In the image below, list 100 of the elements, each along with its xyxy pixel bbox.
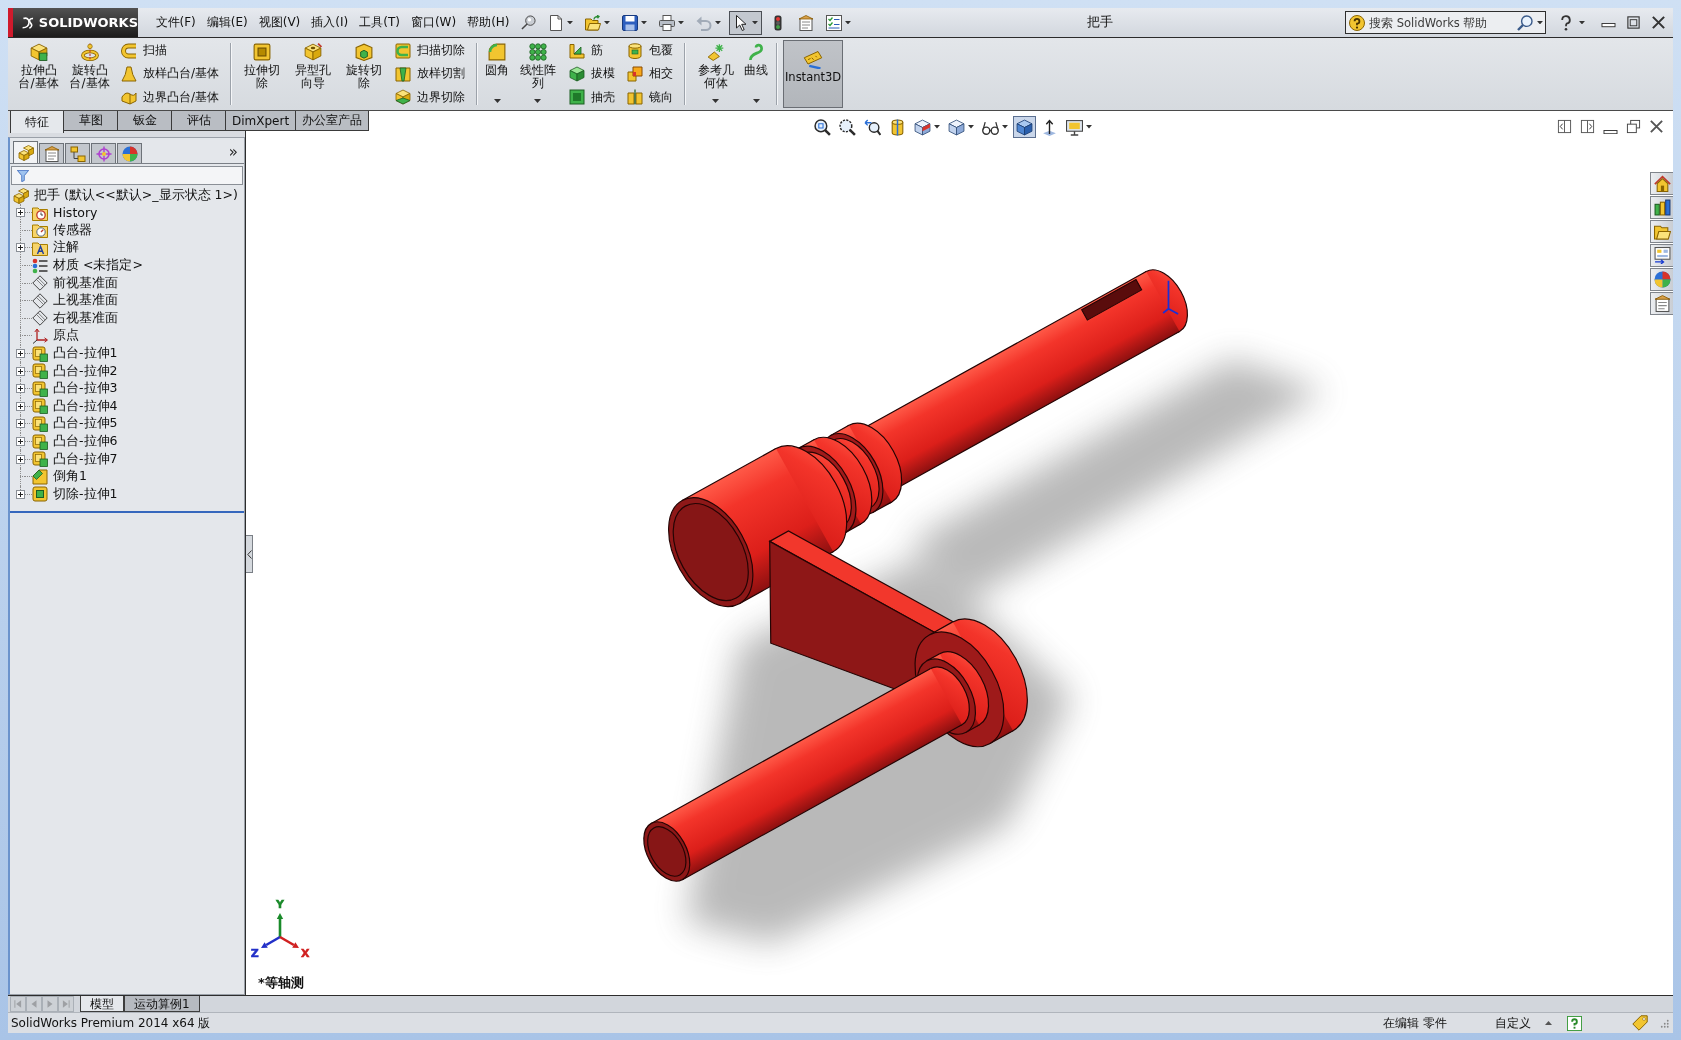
axis-triad-icon xyxy=(261,913,299,948)
close-button[interactable] xyxy=(1649,13,1667,32)
caret-up-icon[interactable] xyxy=(1545,1021,1552,1025)
command-button[interactable]: 拉伸切除 xyxy=(236,39,288,109)
tree-item[interactable]: 凸台-拉伸2 xyxy=(32,362,118,380)
command-button[interactable]: 曲线 xyxy=(741,39,772,109)
tree-item[interactable]: 凸台-拉伸1 xyxy=(32,345,118,363)
ribbon-tab[interactable]: 特征 xyxy=(10,111,64,133)
split-window-icon xyxy=(1557,119,1572,134)
expand-toggle[interactable] xyxy=(16,384,25,394)
select-button[interactable] xyxy=(729,10,763,35)
menu-item[interactable]: 工具(T) xyxy=(353,11,406,34)
filter-field[interactable] xyxy=(11,166,243,185)
panel-collapse-handle[interactable] xyxy=(246,535,253,573)
tree-item[interactable]: 凸台-拉伸4 xyxy=(32,397,118,415)
plane-icon xyxy=(32,275,48,292)
sparkle-plane-icon xyxy=(706,43,725,61)
panel-tab[interactable] xyxy=(39,143,64,163)
menu-item[interactable]: 文件(F) xyxy=(150,11,202,34)
display-style-button[interactable] xyxy=(945,116,977,138)
restore-icon xyxy=(1626,119,1641,134)
panel-tab[interactable] xyxy=(65,143,90,163)
tree-item[interactable]: 传感器 xyxy=(32,221,92,239)
menu-item[interactable]: 插入(I) xyxy=(305,11,354,34)
command-button[interactable]: 边界凸台/基体 xyxy=(117,86,224,108)
expand-panel-button[interactable]: » xyxy=(225,143,241,160)
panel-tab[interactable] xyxy=(13,141,38,163)
view-orientation-button[interactable] xyxy=(911,116,943,138)
tree-item[interactable]: 把手 (默认<<默认>_显示状态 1>) xyxy=(13,187,244,204)
tree-item[interactable]: History xyxy=(32,204,98,222)
command-button[interactable]: 扫描 xyxy=(117,40,224,62)
expand-toggle[interactable] xyxy=(16,349,25,359)
expand-toggle[interactable] xyxy=(16,366,25,376)
tree-item[interactable]: 注解 xyxy=(32,239,79,257)
expand-toggle[interactable] xyxy=(16,489,25,499)
rollback-bar[interactable] xyxy=(10,511,244,514)
expand-toggle[interactable] xyxy=(16,437,25,446)
tree-item[interactable]: 切除-拉伸1 xyxy=(32,485,118,503)
command-button[interactable]: 旋转凸台/基体 xyxy=(64,39,115,109)
command-button[interactable]: 线性阵列 xyxy=(512,39,564,109)
tree-item[interactable]: 凸台-拉伸6 xyxy=(32,433,118,450)
framed-block-icon xyxy=(32,345,48,362)
command-button[interactable]: 放样凸台/基体 xyxy=(117,63,224,85)
command-button[interactable]: 参考几何体 xyxy=(690,39,742,109)
appearances-tab[interactable] xyxy=(1650,268,1673,291)
expand-toggle[interactable] xyxy=(16,243,25,253)
view-palette-tab[interactable] xyxy=(1650,244,1673,267)
beveled-block-icon xyxy=(32,468,48,485)
command-button[interactable]: 拉伸凸台/基体 xyxy=(13,39,64,109)
command-button[interactable]: 相交 xyxy=(623,63,678,85)
command-button[interactable]: 放样切割 xyxy=(391,63,470,85)
tile-right-button[interactable] xyxy=(1580,119,1595,134)
expand-toggle[interactable] xyxy=(16,454,25,464)
first-arrow-icon xyxy=(13,999,23,1009)
ribbon-tab[interactable]: DimXpert xyxy=(226,111,297,131)
expand-toggle[interactable] xyxy=(16,401,25,411)
home-tab[interactable] xyxy=(1650,172,1673,195)
menu-item[interactable]: 窗口(W) xyxy=(405,11,462,34)
tree-item[interactable]: 凸台-拉伸7 xyxy=(32,450,118,468)
tree-item[interactable]: 倒角1 xyxy=(32,468,87,486)
tree-item[interactable]: 凸台-拉伸5 xyxy=(32,415,118,433)
menu-item[interactable]: 帮助(H) xyxy=(461,11,516,34)
command-button[interactable]: Instant3D xyxy=(783,40,844,108)
tree-item[interactable]: 右视基准面 xyxy=(32,309,118,327)
menu-item[interactable]: 编辑(E) xyxy=(201,11,254,34)
bottom-tab[interactable]: 模型 xyxy=(80,996,124,1012)
command-button[interactable]: 抽壳 xyxy=(565,86,620,108)
tree-item[interactable]: 凸台-拉伸3 xyxy=(32,380,118,398)
expand-toggle[interactable] xyxy=(16,419,25,429)
restore-button[interactable] xyxy=(1626,119,1641,134)
command-button[interactable]: 拔模 xyxy=(565,63,620,85)
maximize-button[interactable] xyxy=(1624,13,1642,32)
command-button[interactable]: 旋转切除 xyxy=(338,39,390,109)
command-button[interactable]: 边界切除 xyxy=(391,86,470,108)
command-button[interactable]: 扫描切除 xyxy=(391,40,470,62)
tree-item[interactable]: 前视基准面 xyxy=(32,274,118,292)
command-button[interactable]: 镜向 xyxy=(623,86,678,108)
close-button[interactable] xyxy=(1649,119,1664,134)
command-button[interactable]: 包覆 xyxy=(623,40,678,62)
tree-item[interactable]: 原点 xyxy=(32,327,79,345)
ribbon-tab[interactable]: 草图 xyxy=(64,111,118,131)
ribbon-tab[interactable]: 钣金 xyxy=(118,111,172,131)
command-button[interactable]: 圆角 xyxy=(482,39,513,109)
menu-item[interactable]: 视图(V) xyxy=(253,11,306,34)
tree-item[interactable]: 上视基准面 xyxy=(32,292,118,310)
bottom-tab[interactable]: 运动算例1 xyxy=(124,996,200,1012)
ribbon-tab[interactable]: 评估 xyxy=(172,111,226,131)
search-field[interactable]: 搜索 SolidWorks 帮助 xyxy=(1345,11,1546,34)
custom-properties-tab[interactable] xyxy=(1650,292,1673,315)
tag-icon xyxy=(1632,1015,1648,1031)
tree-item[interactable]: 材质 <未指定> xyxy=(32,257,143,275)
expand-toggle[interactable] xyxy=(16,208,25,218)
tile-left-button[interactable] xyxy=(1557,119,1572,134)
appearance-button[interactable] xyxy=(1013,116,1036,138)
ribbon-tab[interactable]: 办公室产品 xyxy=(296,111,370,131)
units-menu[interactable]: 自定义 xyxy=(1495,1014,1531,1032)
design-library-tab[interactable] xyxy=(1650,196,1673,219)
file-explorer-tab[interactable] xyxy=(1650,220,1673,243)
command-button[interactable]: 异型孔向导 xyxy=(287,39,339,109)
command-button[interactable]: 筋 xyxy=(565,40,620,62)
